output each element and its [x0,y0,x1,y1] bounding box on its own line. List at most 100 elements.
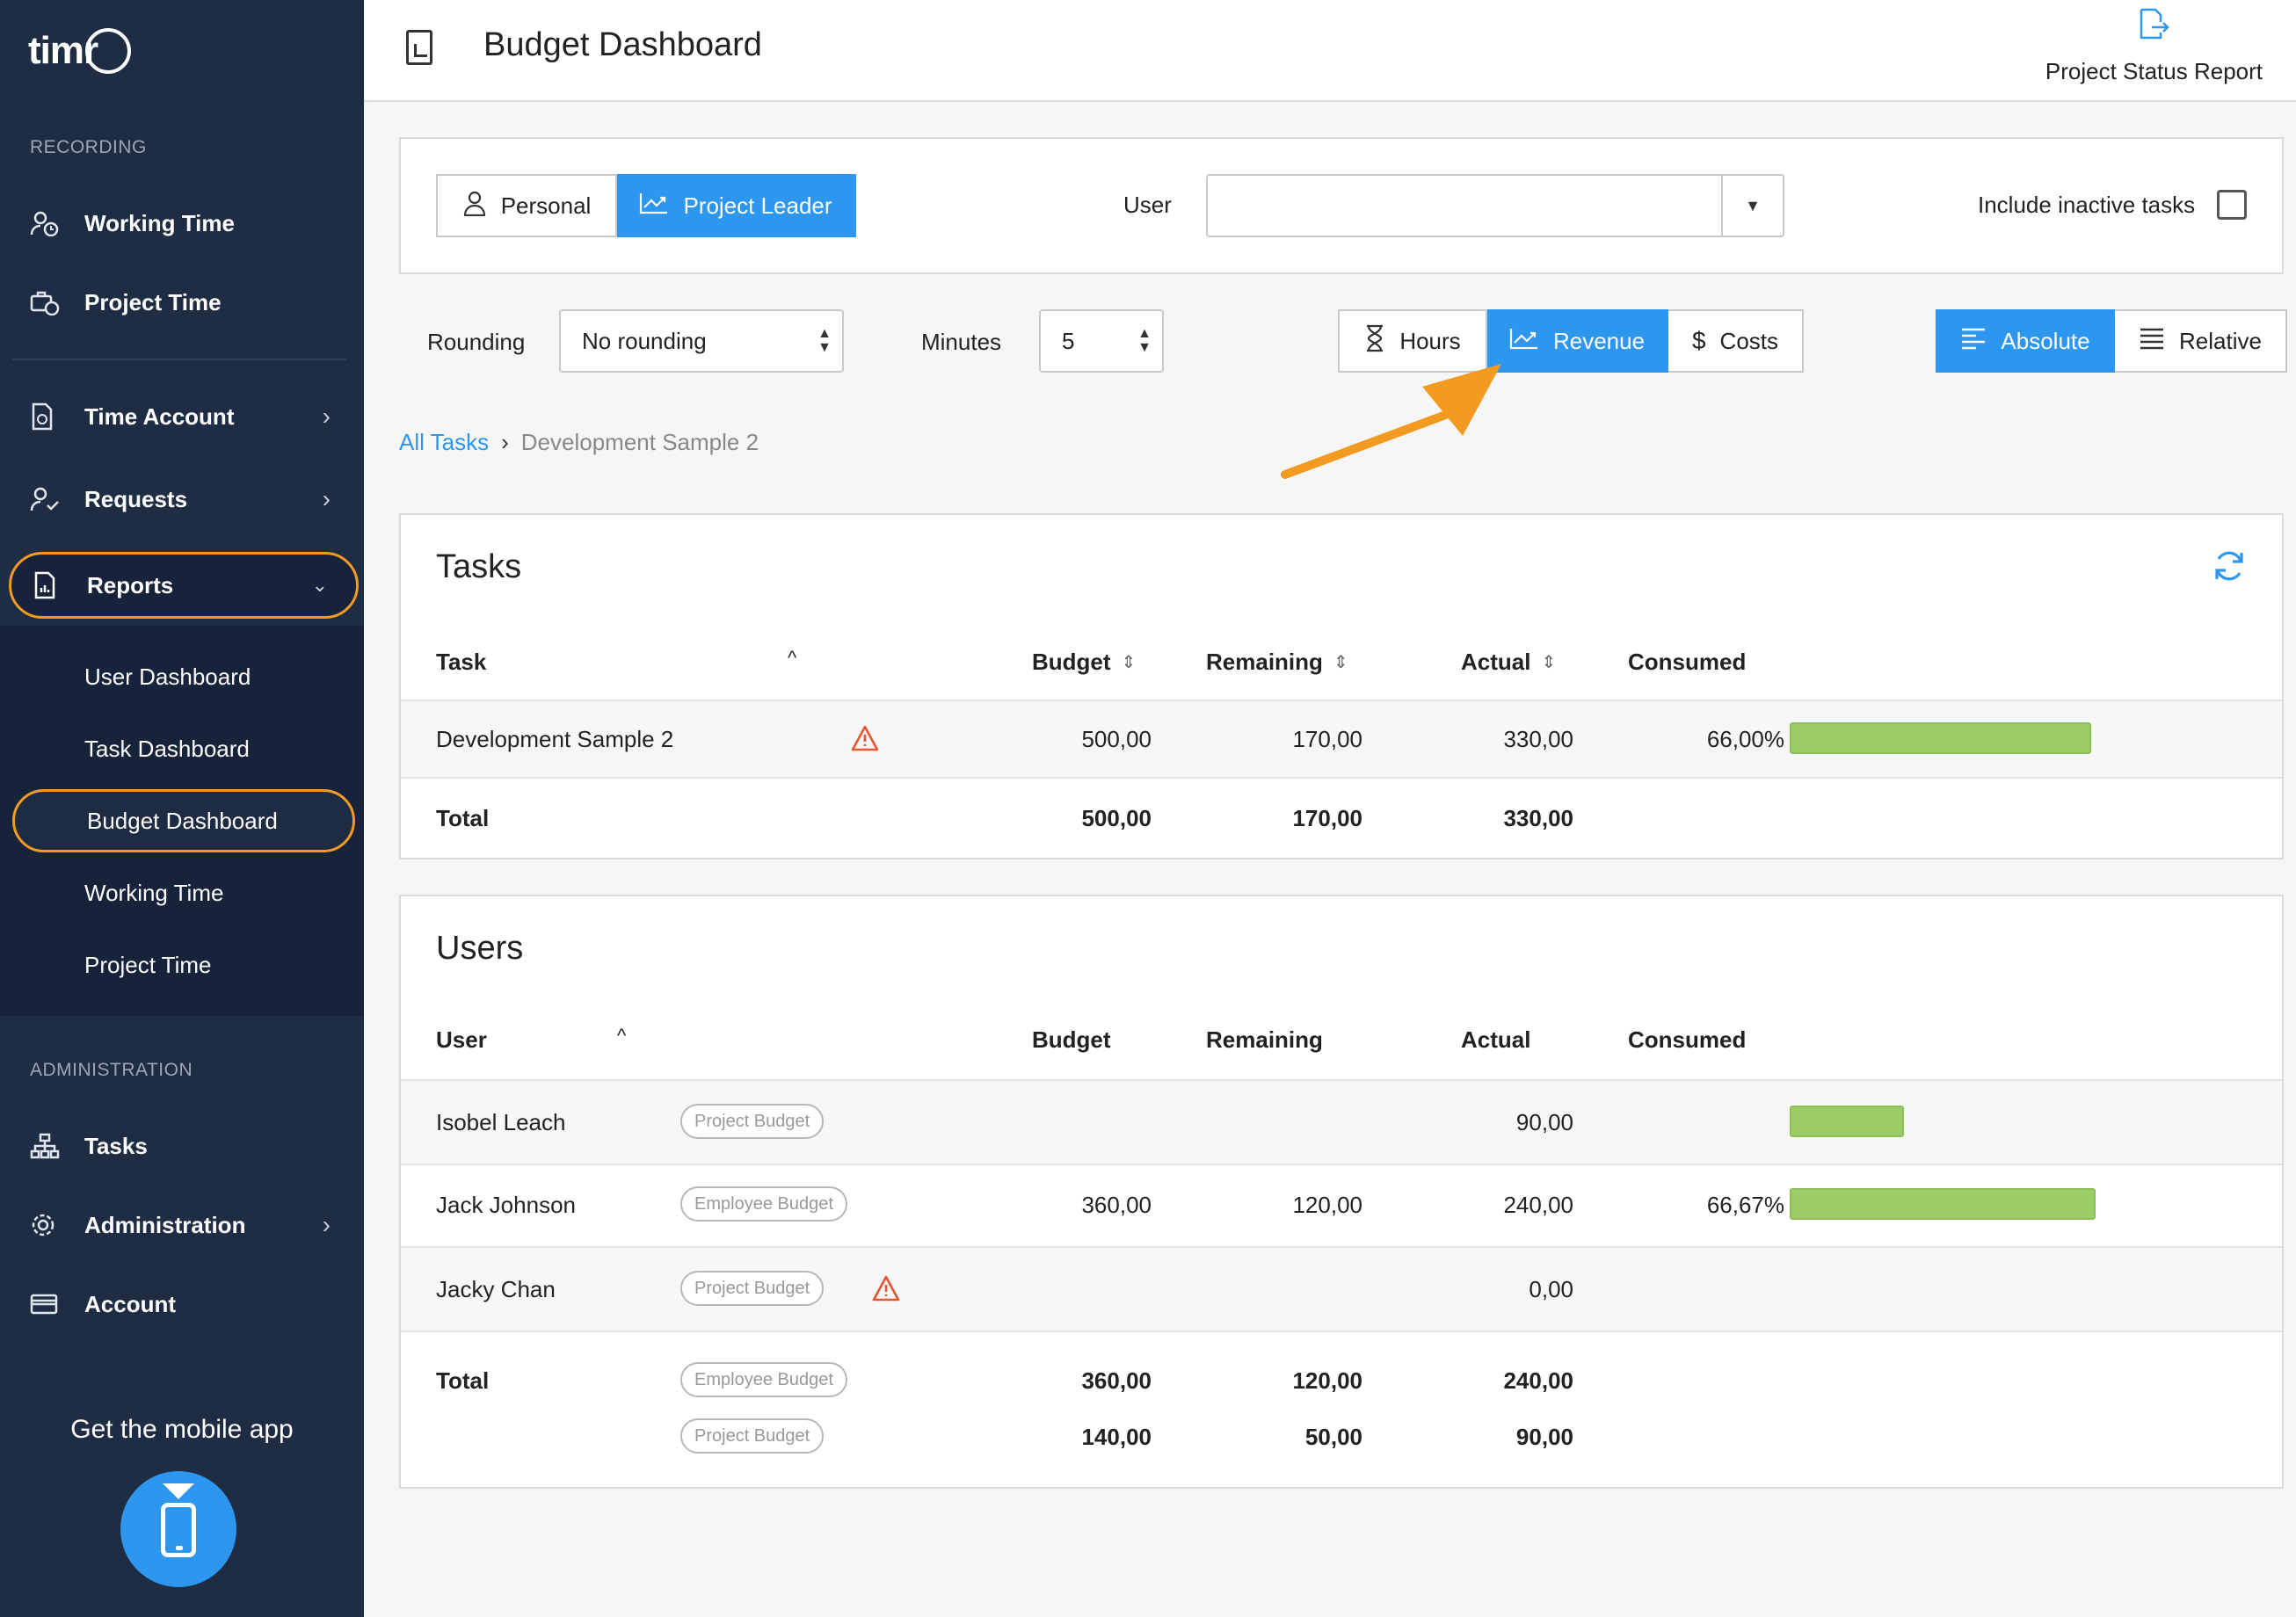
column-header-remaining[interactable]: Remaining ⇕ [1206,649,1348,676]
sidebar-item-requests[interactable]: Requests › [9,466,359,533]
mobile-app-title: Get the mobile app [70,1415,294,1444]
project-status-report-button[interactable]: Project Status Report [2045,7,2263,85]
subitem-label: User Dashboard [84,663,251,690]
rounding-value: No rounding [582,327,707,354]
sidebar-item-working-time[interactable]: Working Time [9,190,359,257]
revenue-label: Revenue [1552,327,1646,354]
sidebar-item-tasks[interactable]: Tasks [9,1113,359,1179]
view-mode-toggle: Personal Project Leader [436,174,856,237]
sidebar-item-time-account[interactable]: Time Account › [9,383,359,450]
user-name[interactable]: Jacky Chan [436,1276,556,1303]
budget-type-badge: Employee Budget [680,1362,847,1397]
budget-type-badge: Project Budget [680,1418,825,1454]
report-document-icon [406,30,432,65]
task-name[interactable]: Development Sample 2 [436,726,673,753]
subitem-label: Project Time [84,951,212,978]
report-document-icon [33,571,76,599]
sidebar-subitem-user-dashboard[interactable]: User Dashboard [12,645,355,708]
column-header-consumed: Consumed [1628,649,1747,675]
annotation-arrow-icon [1281,364,1501,479]
relative-button[interactable]: Relative [2115,309,2287,373]
sidebar-subitem-project-time[interactable]: Project Time [12,933,355,997]
user-select[interactable]: ▼ [1206,174,1784,237]
tasks-card: Tasks Task ^ Budget ⇕ Remaining ⇕ Actual ⇕ … [399,513,2284,859]
recording-section-title: RECORDING [30,137,147,157]
refresh-icon[interactable] [2212,548,2247,592]
minutes-select[interactable]: 5 ▲ ▼ [1039,309,1164,373]
user-name[interactable]: Jack Johnson [436,1192,576,1219]
tasks-total-budget: 500,00 [1081,805,1152,831]
column-header-actual[interactable]: Actual ⇕ [1461,649,1556,676]
credit-card-icon [30,1290,74,1318]
project-leader-label: Project Leader [683,192,832,219]
user-actual: 90,00 [1515,1109,1573,1135]
task-remaining: 170,00 [1292,726,1362,752]
sidebar-item-account[interactable]: Account [9,1271,359,1338]
sort-asc-icon[interactable]: ^ [788,647,796,670]
user-consumed-bar [1790,1106,1904,1137]
export-document-icon [2136,7,2171,42]
column-header-budget[interactable]: Budget ⇕ [1032,649,1136,676]
column-header-budget: Budget [1032,1026,1111,1053]
user-budget: 360,00 [1081,1192,1152,1218]
absolute-button[interactable]: Absolute [1936,309,2115,373]
align-left-icon [1960,327,1987,356]
sidebar-item-label: Account [84,1290,176,1317]
sidebar-divider [12,359,346,360]
personal-label: Personal [500,192,592,219]
column-header-task[interactable]: Task [436,649,486,676]
chevron-right-icon: › [322,1211,331,1238]
include-inactive-checkbox[interactable] [2217,190,2247,220]
user-actual: 240,00 [1503,1192,1573,1218]
user-consumed-bar [1790,1188,2096,1220]
chevron-right-icon: › [322,402,331,430]
caret-down-icon[interactable]: ▼ [1721,176,1783,236]
sidebar-item-project-time[interactable]: Project Time [9,269,359,336]
sidebar-item-reports[interactable]: Reports ⌄ [9,552,359,619]
sort-icon: ⇕ [1541,653,1557,672]
costs-button[interactable]: $ Costs [1668,309,1804,373]
project-leader-button[interactable]: Project Leader [617,174,856,237]
column-header-user[interactable]: User [436,1026,487,1054]
sidebar-item-label: Reports [87,571,174,598]
breadcrumb-all-tasks[interactable]: All Tasks [399,429,489,456]
mobile-app-button[interactable] [120,1471,236,1587]
user-name[interactable]: Isobel Leach [436,1109,565,1136]
hours-label: Hours [1399,327,1461,354]
include-inactive-label: Include inactive tasks [1978,192,2196,218]
updown-arrows-icon: ▲ ▼ [817,326,832,355]
costs-label: Costs [1719,327,1779,354]
users-total-label: Total [436,1367,490,1394]
sidebar-subitem-task-dashboard[interactable]: Task Dashboard [12,717,355,780]
users-total-employee-budget: 360,00 [1081,1367,1152,1394]
user-actual: 0,00 [1529,1276,1573,1302]
subitem-label: Working Time [84,879,224,906]
sidebar-item-label: Time Account [84,402,235,430]
logo-ring-icon [85,28,132,74]
sidebar-item-label: Administration [84,1211,246,1238]
users-total-employee-actual: 240,00 [1503,1367,1573,1394]
budget-type-badge: Project Budget [680,1271,825,1306]
tasks-total-actual: 330,00 [1503,805,1573,831]
sort-asc-icon[interactable]: ^ [617,1025,626,1048]
sidebar-item-label: Requests [84,485,188,512]
absolute-label: Absolute [2001,327,2090,354]
users-card: Users User ^ Budget Remaining Actual Con… [399,895,2284,1489]
gear-icon [30,1211,74,1239]
display-toggle: Absolute Relative [1936,309,2287,373]
users-total-project-actual: 90,00 [1515,1424,1573,1450]
rounding-label: Rounding [427,329,526,355]
sidebar-subitem-working-time[interactable]: Working Time [12,861,355,925]
task-consumed: 66,00% [1706,726,1784,752]
briefcase-clock-icon [30,288,74,316]
sidebar-subitem-budget-dashboard[interactable]: Budget Dashboard [12,789,355,852]
chevron-right-icon: › [322,485,331,512]
personal-button[interactable]: Personal [436,174,617,237]
user-clock-icon [30,209,74,237]
sort-icon: ⇕ [1333,653,1348,672]
sidebar-item-administration[interactable]: Administration › [9,1192,359,1258]
warning-icon [872,1275,900,1302]
rounding-select[interactable]: No rounding ▲ ▼ [559,309,844,373]
dollar-icon: $ [1691,327,1706,354]
timr-logo[interactable]: timr [28,28,132,74]
